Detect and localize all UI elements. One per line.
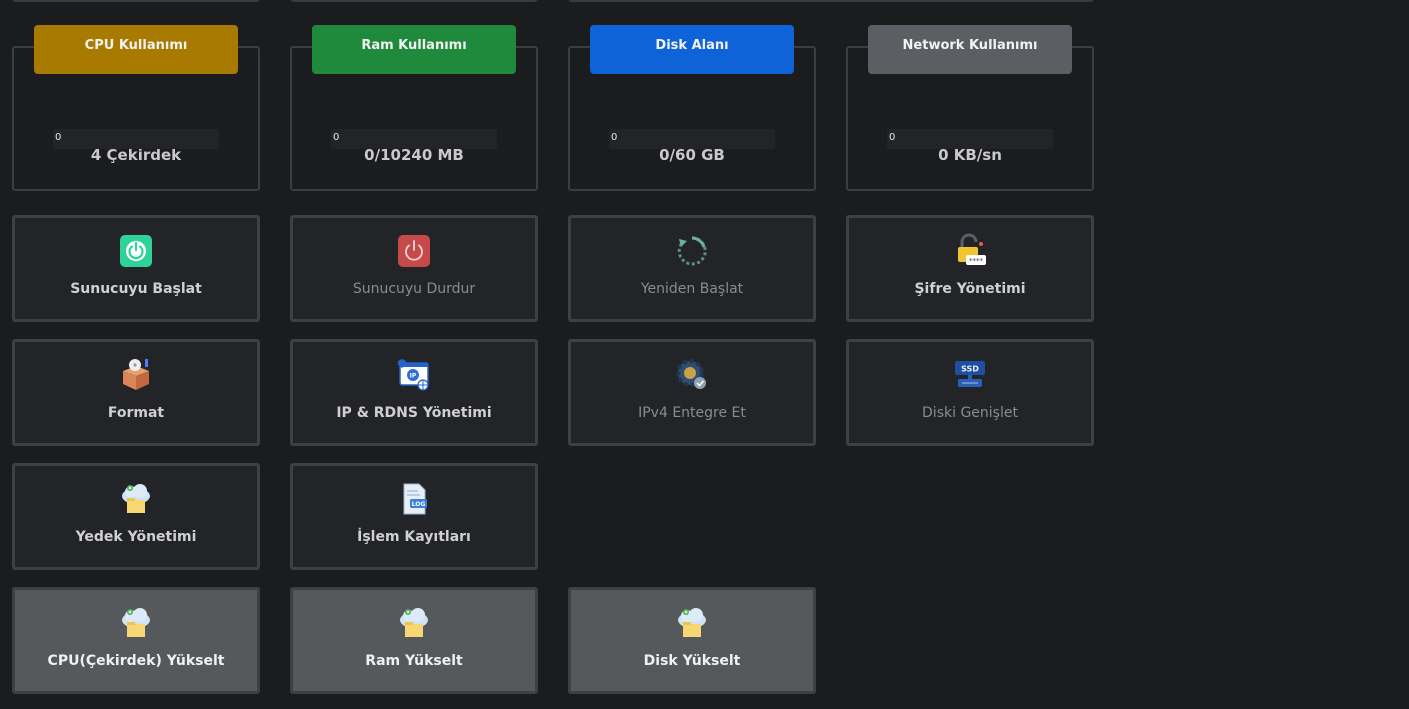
- password-management-button[interactable]: **** Şifre Yönetimi: [846, 215, 1094, 322]
- log-file-icon: LOG: [403, 483, 427, 515]
- backup-management-label: Yedek Yönetimi: [75, 529, 197, 545]
- ram-usage-bar-label: 0: [333, 132, 340, 143]
- cpu-usage-bar-label: 0: [55, 132, 62, 143]
- ip-rdns-management-label: IP & RDNS Yönetimi: [336, 405, 492, 421]
- password-mask-text: ****: [969, 257, 984, 265]
- disk-upgrade-label: Disk Yükselt: [643, 653, 741, 669]
- operation-logs-button[interactable]: LOG İşlem Kayıtları: [290, 463, 538, 570]
- ssd-tag-text: SSD: [961, 365, 979, 374]
- power-on-icon: [120, 235, 152, 267]
- network-usage-header: Network Kullanımı: [868, 25, 1072, 74]
- ip-tag-text: IP: [410, 373, 417, 380]
- restart-server-label: Yeniden Başlat: [640, 281, 744, 297]
- password-management-label: Şifre Yönetimi: [914, 281, 1026, 297]
- disk-usage-bar: 0: [609, 129, 775, 149]
- top-card-edge: [568, 0, 1094, 2]
- format-button[interactable]: Format: [12, 339, 260, 446]
- start-server-button[interactable]: Sunucuyu Başlat: [12, 215, 260, 322]
- restart-icon: [677, 236, 707, 266]
- ram-usage-header: Ram Kullanımı: [312, 25, 516, 74]
- ram-usage-bar: 0: [331, 129, 497, 149]
- disk-expand-button[interactable]: SSD Diski Genişlet: [846, 339, 1094, 446]
- ipv4-integrate-label: IPv4 Entegre Et: [638, 405, 746, 421]
- top-card-edge: [12, 0, 260, 2]
- disk-usage-bar-label: 0: [611, 132, 618, 143]
- cpu-upgrade-button[interactable]: CPU(Çekirdek) Yükselt: [12, 587, 260, 694]
- start-server-label: Sunucuyu Başlat: [70, 281, 202, 297]
- disk-expand-label: Diski Genişlet: [922, 405, 1018, 421]
- ip-rdns-management-button[interactable]: IP IP & RDNS Yönetimi: [290, 339, 538, 446]
- ip-globe-icon: IP: [398, 359, 429, 391]
- cloud-folder-icon: [400, 608, 428, 637]
- disk-upgrade-button[interactable]: Disk Yükselt: [568, 587, 816, 694]
- cloud-folder-icon: [678, 608, 706, 637]
- ram-upgrade-button[interactable]: Ram Yükselt: [290, 587, 538, 694]
- stop-server-button[interactable]: Sunucuyu Durdur: [290, 215, 538, 322]
- padlock-password-icon: ****: [958, 233, 986, 265]
- power-off-icon: [398, 235, 430, 267]
- cpu-usage-bar: 0: [53, 129, 219, 149]
- cloud-folder-icon: [122, 484, 150, 513]
- gear-check-icon: [676, 359, 706, 389]
- top-card-edge: [290, 0, 538, 2]
- network-usage-bar-label: 0: [889, 132, 896, 143]
- cloud-folder-icon: [122, 608, 150, 637]
- ssd-icon: SSD: [955, 361, 985, 387]
- log-tag-text: LOG: [412, 501, 426, 508]
- backup-management-button[interactable]: Yedek Yönetimi: [12, 463, 260, 570]
- restart-server-button[interactable]: Yeniden Başlat: [568, 215, 816, 322]
- operation-logs-label: İşlem Kayıtları: [357, 529, 471, 545]
- disk-usage-header: Disk Alanı: [590, 25, 794, 74]
- cpu-usage-header: CPU Kullanımı: [34, 25, 238, 74]
- network-usage-bar: 0: [887, 129, 1053, 149]
- cpu-upgrade-label: CPU(Çekirdek) Yükselt: [47, 653, 225, 669]
- stop-server-label: Sunucuyu Durdur: [352, 281, 476, 297]
- ram-upgrade-label: Ram Yükselt: [365, 653, 463, 669]
- format-label: Format: [107, 405, 165, 421]
- ipv4-integrate-button[interactable]: IPv4 Entegre Et: [568, 339, 816, 446]
- format-box-disc-icon: [123, 359, 149, 390]
